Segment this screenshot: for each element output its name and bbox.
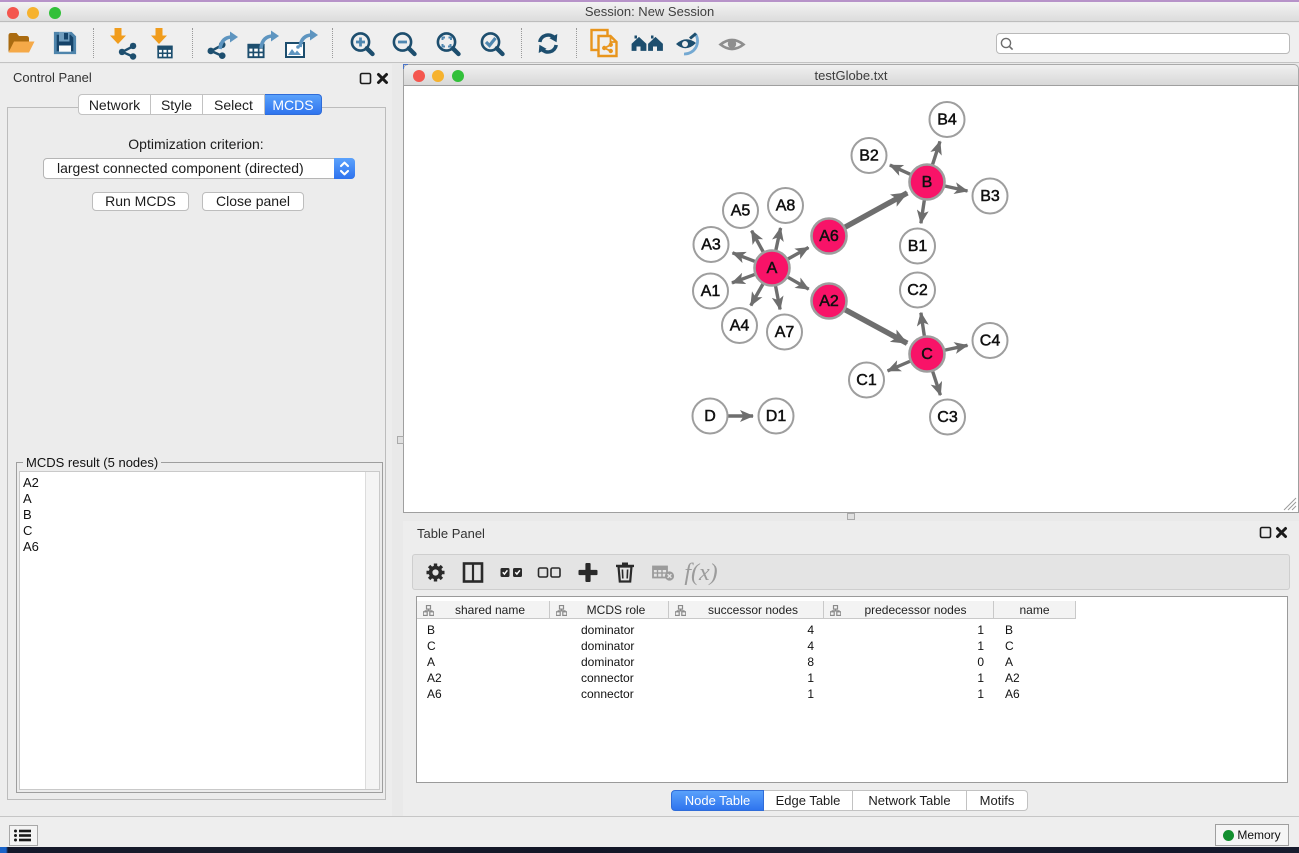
svg-text:A6: A6	[819, 228, 839, 245]
svg-text:A1: A1	[701, 283, 721, 300]
svg-text:B2: B2	[859, 148, 879, 165]
svg-text:A3: A3	[701, 237, 721, 254]
svg-text:A4: A4	[730, 318, 750, 335]
svg-text:B: B	[922, 174, 933, 191]
svg-text:C1: C1	[856, 372, 877, 389]
svg-text:A5: A5	[731, 203, 751, 220]
svg-text:f(x): f(x)	[684, 560, 717, 586]
svg-text:D: D	[704, 408, 716, 425]
svg-text:A: A	[767, 260, 778, 277]
svg-text:B4: B4	[937, 112, 957, 129]
svg-text:D1: D1	[766, 408, 787, 425]
svg-text:A8: A8	[776, 198, 796, 215]
svg-text:C2: C2	[907, 282, 928, 299]
svg-text:A7: A7	[775, 324, 795, 341]
svg-text:C3: C3	[937, 409, 958, 426]
svg-text:B1: B1	[908, 238, 928, 255]
svg-text:C: C	[921, 346, 933, 363]
svg-text:C4: C4	[980, 333, 1001, 350]
svg-text:A2: A2	[819, 293, 839, 310]
svg-text:B3: B3	[980, 188, 1000, 205]
